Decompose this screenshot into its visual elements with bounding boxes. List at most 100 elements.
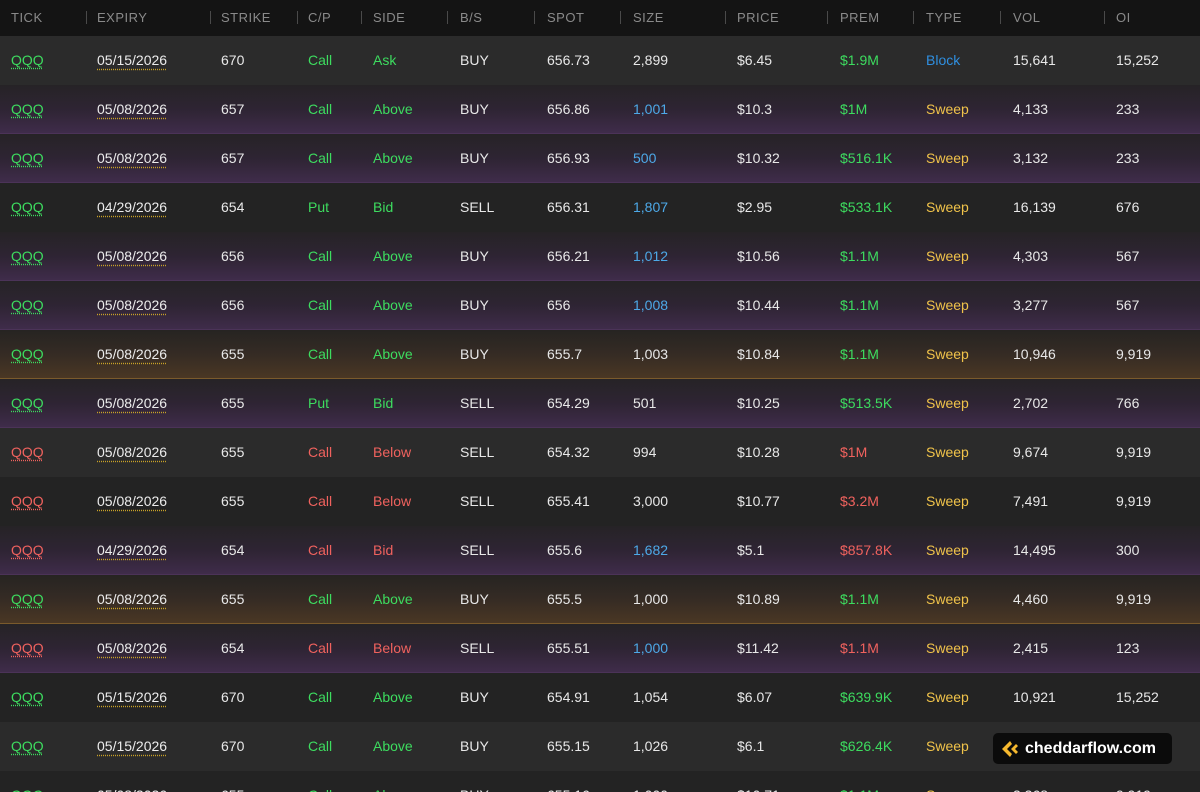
premium-cell: $516.1K <box>840 150 893 166</box>
column-divider[interactable] <box>297 11 298 24</box>
tick-cell[interactable]: QQQ <box>11 330 44 378</box>
strike-cell: 655 <box>221 771 244 792</box>
column-header-size[interactable]: SIZE <box>633 0 664 36</box>
size-cell: 1,807 <box>633 199 669 215</box>
expiry-cell[interactable]: 05/08/2026 <box>97 85 167 133</box>
tick-cell[interactable]: QQQ <box>11 428 44 476</box>
side-cell: Bid <box>373 542 394 558</box>
tick-cell[interactable]: QQQ <box>11 771 44 792</box>
expiry-cell[interactable]: 05/08/2026 <box>97 428 167 476</box>
column-divider[interactable] <box>210 11 211 24</box>
type-cell: Block <box>926 52 961 68</box>
call-put-cell: Put <box>308 395 330 411</box>
tick-cell[interactable]: QQQ <box>11 673 44 721</box>
column-divider[interactable] <box>534 11 535 24</box>
tick-cell[interactable]: QQQ <box>11 232 44 280</box>
table-row[interactable]: QQQ 05/08/2026 655 Call Above BUY 655.7 1,003 $1… <box>0 330 1200 379</box>
expiry-cell[interactable]: 05/08/2026 <box>97 575 167 623</box>
tick-cell[interactable]: QQQ <box>11 722 44 770</box>
type-cell: Sweep <box>926 591 969 607</box>
expiry-cell[interactable]: 05/08/2026 <box>97 624 167 672</box>
tick-cell[interactable]: QQQ <box>11 134 44 182</box>
spot-cell: 656.73 <box>547 52 590 68</box>
table-row[interactable]: QQQ 05/08/2026 656 Call Above BUY 656.21 1,012 $… <box>0 232 1200 281</box>
expiry-cell[interactable]: 05/08/2026 <box>97 330 167 378</box>
column-divider[interactable] <box>725 11 726 24</box>
call-put-cell: Call <box>308 738 333 754</box>
expiry-cell[interactable]: 05/08/2026 <box>97 477 167 525</box>
table-row[interactable]: QQQ 05/08/2026 656 Call Above BUY 656 1,008 $10.… <box>0 281 1200 330</box>
expiry-cell[interactable]: 05/08/2026 <box>97 771 167 792</box>
expiry-cell[interactable]: 05/15/2026 <box>97 722 167 770</box>
tick-cell[interactable]: QQQ <box>11 624 44 672</box>
strike-cell: 654 <box>221 199 245 215</box>
volume-cell: 14,495 <box>1013 542 1056 558</box>
column-header-premium[interactable]: PREM <box>840 0 880 36</box>
column-header-strike[interactable]: STRIKE <box>221 0 271 36</box>
column-header-volume[interactable]: VOL <box>1013 0 1041 36</box>
table-row[interactable]: QQQ 04/29/2026 654 Put Bid SELL 656.31 1,807 $2.… <box>0 183 1200 232</box>
column-header-spot[interactable]: SPOT <box>547 0 584 36</box>
size-cell: 1,000 <box>633 640 669 656</box>
cheddarflow-logo-icon <box>1002 741 1018 757</box>
table-row[interactable]: QQQ 05/15/2026 670 Call Above BUY 654.91 1,054 $… <box>0 673 1200 722</box>
expiry-cell[interactable]: 05/15/2026 <box>97 673 167 721</box>
column-header-expiry[interactable]: EXPIRY <box>97 0 147 36</box>
call-put-cell: Call <box>308 346 333 362</box>
expiry-cell[interactable]: 05/08/2026 <box>97 232 167 280</box>
column-header-price[interactable]: PRICE <box>737 0 779 36</box>
table-row[interactable]: QQQ 04/29/2026 654 Call Bid SELL 655.6 1,682 $5.… <box>0 526 1200 575</box>
size-cell: 1,008 <box>633 297 669 313</box>
column-divider[interactable] <box>827 11 828 24</box>
table-row[interactable]: QQQ 05/08/2026 655 Call Below SELL 654.32 994 $1… <box>0 428 1200 477</box>
table-row[interactable]: QQQ 05/08/2026 657 Call Above BUY 656.86 1,001 $… <box>0 85 1200 134</box>
table-row[interactable]: QQQ 05/08/2026 657 Call Above BUY 656.93 500 $10… <box>0 134 1200 183</box>
tick-cell[interactable]: QQQ <box>11 85 44 133</box>
tick-cell[interactable]: QQQ <box>11 183 44 231</box>
tick-cell[interactable]: QQQ <box>11 281 44 329</box>
expiry-cell[interactable]: 05/08/2026 <box>97 281 167 329</box>
expiry-cell[interactable]: 05/08/2026 <box>97 134 167 182</box>
price-cell: $11.42 <box>737 640 779 656</box>
column-divider[interactable] <box>913 11 914 24</box>
type-cell: Sweep <box>926 689 969 705</box>
side-cell: Bid <box>373 395 394 411</box>
table-row[interactable]: QQQ 05/08/2026 655 Call Above BUY 655.5 1,000 $1… <box>0 575 1200 624</box>
table-row[interactable]: QQQ 05/08/2026 655 Put Bid SELL 654.29 501 $10.2… <box>0 379 1200 428</box>
open-interest-cell: 9,919 <box>1116 493 1152 509</box>
column-header-type[interactable]: TYPE <box>926 0 962 36</box>
column-divider[interactable] <box>1000 11 1001 24</box>
type-cell: Sweep <box>926 346 969 362</box>
premium-cell: $626.4K <box>840 738 893 754</box>
table-row[interactable]: QQQ 05/15/2026 670 Call Ask BUY 656.73 2,899 $6.… <box>0 36 1200 85</box>
column-divider[interactable] <box>361 11 362 24</box>
column-header-buy-sell[interactable]: B/S <box>460 0 482 36</box>
expiry-cell[interactable]: 05/15/2026 <box>97 36 167 84</box>
size-cell: 994 <box>633 444 657 460</box>
column-divider[interactable] <box>620 11 621 24</box>
buy-sell-cell: BUY <box>460 248 489 264</box>
call-put-cell: Call <box>308 248 333 264</box>
tick-cell[interactable]: QQQ <box>11 575 44 623</box>
expiry-cell[interactable]: 04/29/2026 <box>97 526 167 574</box>
column-divider[interactable] <box>86 11 87 24</box>
tick-cell[interactable]: QQQ <box>11 477 44 525</box>
column-divider[interactable] <box>447 11 448 24</box>
table-row[interactable]: QQQ 05/08/2026 655 Call Below SELL 655.41 3,000… <box>0 477 1200 526</box>
tick-cell[interactable]: QQQ <box>11 526 44 574</box>
column-header-call-put[interactable]: C/P <box>308 0 331 36</box>
column-header-tick[interactable]: TICK <box>11 0 43 36</box>
spot-cell: 654.29 <box>547 395 590 411</box>
watermark-badge[interactable]: cheddarflow.com <box>993 733 1172 764</box>
table-row[interactable]: QQQ 05/08/2026 655 Call Above BUY 655.16 1,000 $… <box>0 771 1200 792</box>
column-divider[interactable] <box>1104 11 1105 24</box>
column-header-side[interactable]: SIDE <box>373 0 405 36</box>
expiry-cell[interactable]: 04/29/2026 <box>97 183 167 231</box>
tick-cell[interactable]: QQQ <box>11 36 44 84</box>
table-row[interactable]: QQQ 05/08/2026 654 Call Below SELL 655.51 1,000… <box>0 624 1200 673</box>
column-header-open-interest[interactable]: OI <box>1116 0 1131 36</box>
side-cell: Above <box>373 346 413 362</box>
strike-cell: 656 <box>221 248 245 264</box>
tick-cell[interactable]: QQQ <box>11 379 44 427</box>
expiry-cell[interactable]: 05/08/2026 <box>97 379 167 427</box>
